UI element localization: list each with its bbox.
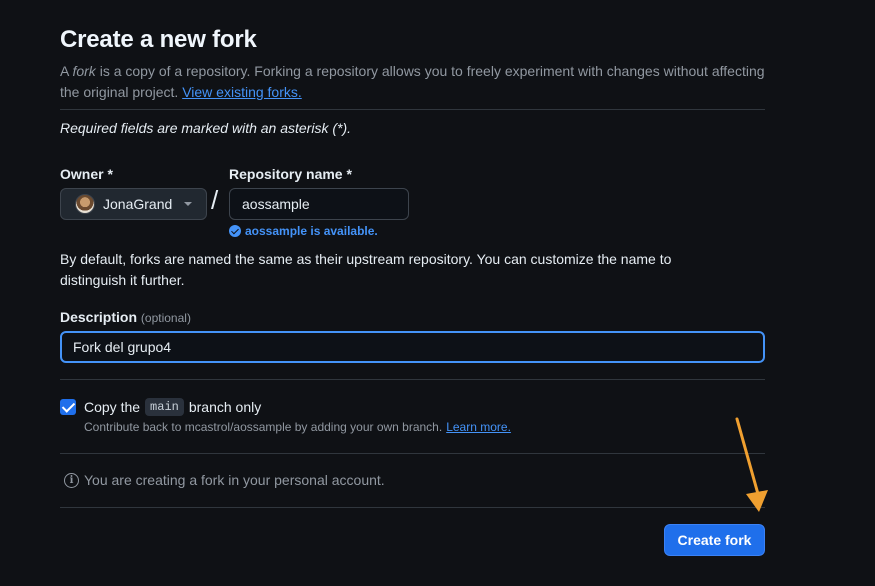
divider [60, 507, 765, 508]
branch-name-code: main [145, 398, 184, 416]
create-fork-button[interactable]: Create fork [664, 524, 765, 556]
description-input[interactable] [60, 331, 765, 363]
copy-branch-label: Copy the main branch only [84, 398, 262, 416]
chevron-down-icon [184, 202, 193, 206]
repository-name-input[interactable] [229, 188, 409, 220]
divider [60, 379, 765, 380]
learn-more-link[interactable]: Learn more. [446, 420, 511, 434]
view-existing-forks-link[interactable]: View existing forks. [182, 84, 302, 100]
owner-name: JonaGrand [103, 196, 173, 212]
repository-name-label: Repository name * [229, 166, 352, 182]
fork-form-page: Create a new fork A fork is a copy of a … [60, 0, 768, 586]
owner-select[interactable]: JonaGrand [60, 188, 207, 220]
availability-text: aossample is available. [245, 224, 378, 238]
divider [60, 453, 765, 454]
owner-repo-separator: / [211, 185, 219, 215]
annotation-arrow-icon [735, 417, 768, 512]
page-title: Create a new fork [60, 26, 257, 53]
page-intro: A fork is a copy of a repository. Forkin… [60, 63, 765, 100]
optional-hint: (optional) [140, 311, 191, 325]
account-info: i You are creating a fork in your person… [64, 472, 385, 488]
divider [60, 109, 765, 110]
copy-branch-help: Contribute back to mcastrol/aossample by… [84, 420, 511, 434]
naming-help-text: By default, forks are named the same as … [60, 251, 672, 288]
copy-main-branch-checkbox[interactable] [60, 399, 76, 415]
owner-label: Owner * [60, 166, 113, 182]
description-label: Description (optional) [60, 309, 191, 325]
required-fields-note: Required fields are marked with an aster… [60, 120, 352, 136]
check-circle-icon [229, 225, 241, 237]
account-info-text: You are creating a fork in your personal… [84, 472, 385, 488]
availability-status: aossample is available. [229, 224, 378, 238]
fork-term: fork [72, 63, 96, 79]
info-icon: i [64, 472, 79, 488]
avatar [75, 194, 95, 214]
